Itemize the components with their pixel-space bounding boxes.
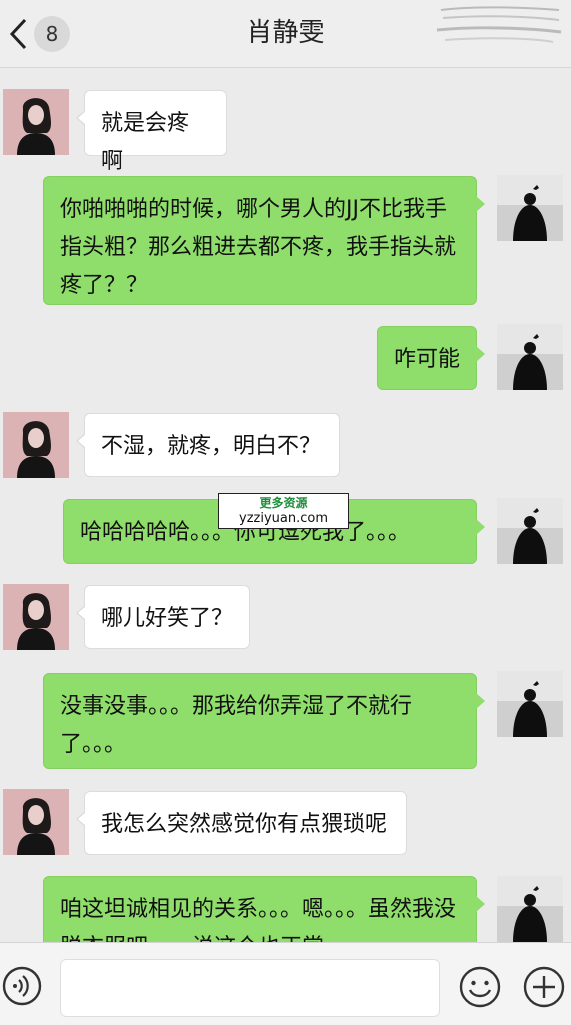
woman-portrait-icon [3,89,69,155]
message-bubble[interactable]: 哪儿好笑了？ [76,585,250,649]
avatar-self[interactable] [497,175,563,241]
plus-icon[interactable] [522,965,566,1009]
message-bubble[interactable]: 咱这坦诚相见的关系。。。嗯。。。虽然我没脱衣服吧。。。说这个也正常 [43,876,485,942]
woman-portrait-icon [3,412,69,478]
avatar-self[interactable] [497,671,563,737]
chat-header: 8 肖静雯 [0,0,571,68]
woman-portrait-icon [3,584,69,650]
emoji-icon[interactable] [458,965,502,1009]
message-input[interactable] [60,959,440,1017]
message-bubble[interactable]: 没事没事。。。那我给你弄湿了不就行了。。。 [43,673,485,769]
avatar-contact[interactable] [3,412,69,478]
message-bubble[interactable]: 你啪啪啪的时候，哪个男人的JJ不比我手指头粗？那么粗进去都不疼，我手指头就疼了？… [43,176,485,305]
message-outgoing: 咋可能 [0,324,571,394]
avatar-contact[interactable] [3,789,69,855]
message-bubble[interactable]: 就是会疼啊 [76,90,227,174]
message-bubble[interactable]: 不湿，就疼，明白不？ [76,413,340,477]
scribble-decoration [436,6,562,43]
silhouette-portrait-icon [497,175,563,241]
unread-count-badge: 8 [34,16,70,52]
watermark-title: 更多资源 [259,496,308,510]
chevron-left-icon [9,18,27,50]
message-bubble[interactable]: 咋可能 [377,326,485,390]
avatar-self[interactable] [497,498,563,564]
watermark-url: yzziyuan.com [239,511,328,526]
silhouette-portrait-icon [497,876,563,942]
message-incoming: 哪儿好笑了？ [0,584,571,652]
silhouette-portrait-icon [497,324,563,390]
message-incoming: 我怎么突然感觉你有点猥琐呢 [0,789,571,857]
message-bubble[interactable]: 我怎么突然感觉你有点猥琐呢 [76,791,407,855]
message-incoming: 就是会疼啊 [0,89,571,174]
avatar-self[interactable] [497,324,563,390]
message-outgoing: 咱这坦诚相见的关系。。。嗯。。。虽然我没脱衣服吧。。。说这个也正常 [0,876,571,942]
silhouette-portrait-icon [497,498,563,564]
voice-icon[interactable] [1,965,43,1007]
watermark-badge: 更多资源 yzziyuan.com [218,493,349,529]
avatar-self[interactable] [497,876,563,942]
back-button[interactable]: 8 [6,14,76,54]
message-outgoing: 你啪啪啪的时候，哪个男人的JJ不比我手指头粗？那么粗进去都不疼，我手指头就疼了？… [0,175,571,305]
silhouette-portrait-icon [497,671,563,737]
message-incoming: 不湿，就疼，明白不？ [0,412,571,480]
avatar-contact[interactable] [3,584,69,650]
avatar-contact[interactable] [3,89,69,155]
message-outgoing: 没事没事。。。那我给你弄湿了不就行了。。。 [0,671,571,769]
input-bar [0,942,571,1025]
woman-portrait-icon [3,789,69,855]
